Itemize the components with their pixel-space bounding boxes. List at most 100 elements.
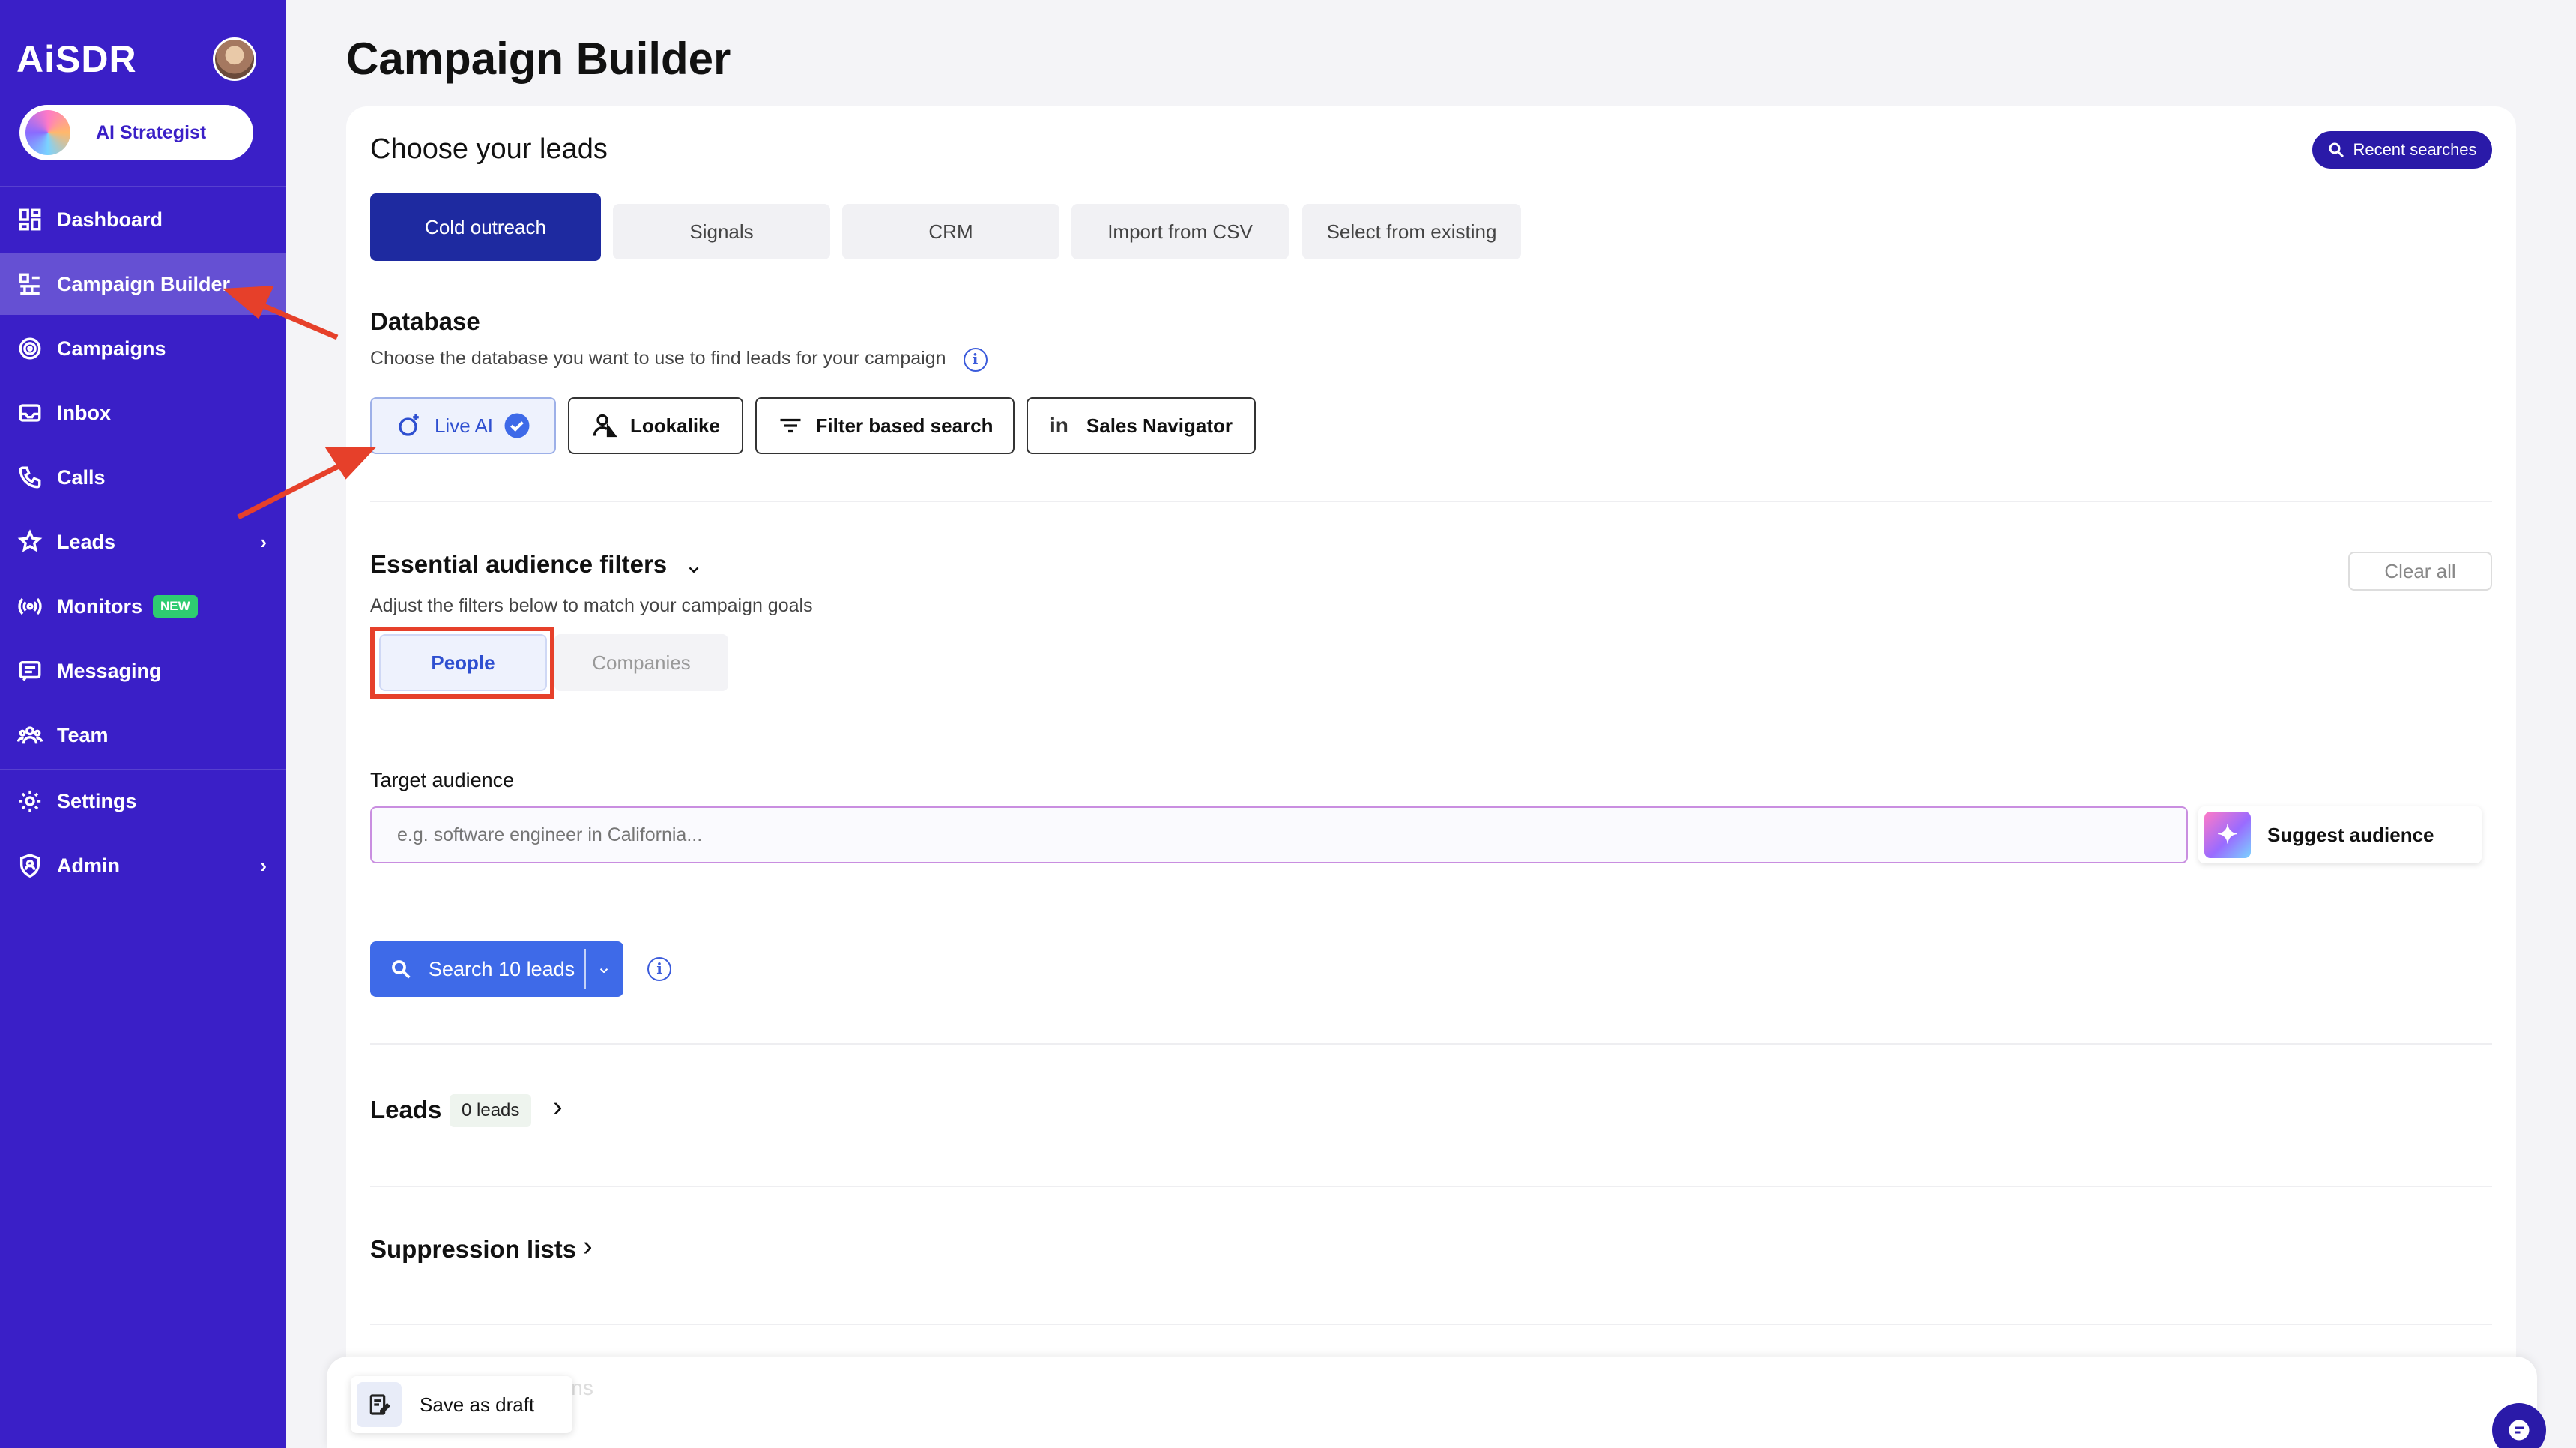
section-divider bbox=[370, 1324, 2492, 1325]
recent-searches-button[interactable]: Recent searches bbox=[2312, 131, 2492, 169]
db-option-label: Sales Navigator bbox=[1086, 414, 1233, 437]
suggest-audience-label: Suggest audience bbox=[2267, 823, 2434, 846]
sidebar-item-label: Settings bbox=[57, 789, 137, 812]
save-draft-label: Save as draft bbox=[420, 1393, 535, 1416]
sidebar-item-monitors[interactable]: Monitors NEW bbox=[0, 576, 286, 637]
search-icon bbox=[392, 960, 411, 979]
sidebar-item-calls[interactable]: Calls bbox=[0, 447, 286, 508]
message-icon bbox=[15, 656, 45, 686]
search-icon bbox=[2329, 142, 2344, 158]
check-circle-icon bbox=[504, 413, 530, 438]
tab-cold-outreach[interactable]: Cold outreach bbox=[370, 193, 601, 261]
live-ai-icon bbox=[399, 414, 419, 436]
sidebar-item-label: Messaging bbox=[57, 659, 162, 682]
tab-import-csv[interactable]: Import from CSV bbox=[1071, 204, 1289, 259]
chevron-down-icon: ⌄ bbox=[684, 553, 704, 578]
tab-select-existing[interactable]: Select from existing bbox=[1302, 204, 1521, 259]
db-option-label: Filter based search bbox=[815, 414, 994, 437]
dashboard-icon bbox=[15, 205, 45, 235]
chevron-right-icon[interactable]: › bbox=[583, 1231, 593, 1263]
target-icon bbox=[15, 334, 45, 363]
db-filter-search-button[interactable]: Filter based search bbox=[755, 397, 1015, 454]
sidebar-item-campaign-builder[interactable]: Campaign Builder bbox=[0, 253, 286, 315]
app-logo[interactable]: AiSDR bbox=[16, 37, 137, 81]
sidebar: AiSDR AI Strategist Dashboard Campaign B… bbox=[0, 0, 286, 1448]
draft-icon bbox=[357, 1382, 402, 1427]
chevron-down-icon[interactable]: ⌄ bbox=[596, 956, 611, 978]
filters-heading[interactable]: Essential audience filters ⌄ bbox=[370, 550, 703, 579]
sidebar-item-label: Monitors bbox=[57, 594, 142, 618]
sidebar-item-inbox[interactable]: Inbox bbox=[0, 382, 286, 444]
chevron-right-icon[interactable]: › bbox=[553, 1091, 563, 1123]
lookalike-icon bbox=[593, 414, 617, 438]
leads-heading: Leads bbox=[370, 1096, 442, 1123]
db-option-label: Lookalike bbox=[630, 414, 720, 437]
sidebar-item-leads[interactable]: Leads › bbox=[0, 511, 286, 573]
sidebar-item-label: Leads bbox=[57, 530, 116, 553]
highlight-box bbox=[370, 627, 554, 699]
suppression-heading: Suppression lists bbox=[370, 1235, 577, 1263]
tab-crm[interactable]: CRM bbox=[842, 204, 1059, 259]
bottom-action-bar bbox=[327, 1357, 2537, 1448]
save-draft-button[interactable]: Save as draft bbox=[351, 1376, 572, 1433]
database-heading: Database bbox=[370, 307, 480, 335]
team-icon bbox=[15, 720, 45, 750]
linkedin-icon: in bbox=[1050, 414, 1068, 437]
sidebar-item-label: Dashboard bbox=[57, 208, 163, 231]
builder-card bbox=[346, 106, 2516, 1448]
search-leads-label: Search 10 leads bbox=[429, 957, 575, 980]
gear-icon bbox=[15, 786, 45, 816]
sidebar-item-label: Admin bbox=[57, 854, 120, 877]
chevron-right-icon: › bbox=[260, 854, 267, 877]
sidebar-item-dashboard[interactable]: Dashboard bbox=[0, 189, 286, 250]
section-divider bbox=[370, 1186, 2492, 1187]
ai-strategist-label: AI Strategist bbox=[96, 121, 207, 143]
database-subtitle-text: Choose the database you want to use to f… bbox=[370, 348, 946, 369]
page-title: Campaign Builder bbox=[346, 34, 731, 84]
info-icon[interactable]: i bbox=[963, 348, 988, 372]
shield-user-icon bbox=[15, 851, 45, 881]
section-divider bbox=[370, 1043, 2492, 1045]
chat-icon bbox=[2509, 1420, 2530, 1441]
sidebar-item-admin[interactable]: Admin › bbox=[0, 835, 286, 896]
target-audience-input[interactable] bbox=[370, 806, 2188, 863]
sidebar-item-label: Team bbox=[57, 723, 109, 746]
database-subtitle: Choose the database you want to use to f… bbox=[370, 348, 988, 372]
sidebar-item-label: Calls bbox=[57, 465, 106, 489]
clear-all-button[interactable]: Clear all bbox=[2348, 552, 2492, 591]
sidebar-divider bbox=[0, 186, 286, 187]
info-icon[interactable]: i bbox=[647, 957, 671, 981]
recent-searches-label: Recent searches bbox=[2353, 140, 2477, 159]
user-avatar[interactable] bbox=[213, 37, 256, 81]
db-sales-navigator-button[interactable]: in Sales Navigator bbox=[1027, 397, 1256, 454]
star-person-icon bbox=[15, 527, 45, 557]
filter-icon bbox=[780, 418, 800, 433]
ai-strategist-button[interactable]: AI Strategist bbox=[19, 105, 253, 160]
sidebar-item-campaigns[interactable]: Campaigns bbox=[0, 318, 286, 379]
sidebar-item-label: Campaigns bbox=[57, 337, 166, 360]
target-audience-label: Target audience bbox=[370, 769, 515, 791]
segment-companies[interactable]: Companies bbox=[554, 634, 728, 691]
tab-signals[interactable]: Signals bbox=[613, 204, 830, 259]
choose-leads-heading: Choose your leads bbox=[370, 133, 608, 165]
builder-icon bbox=[15, 269, 45, 299]
sidebar-item-team[interactable]: Team bbox=[0, 705, 286, 766]
leads-count-badge: 0 leads bbox=[450, 1094, 532, 1127]
search-leads-button[interactable]: Search 10 leads ⌄ bbox=[370, 941, 623, 997]
db-lookalike-button[interactable]: Lookalike bbox=[568, 397, 743, 454]
suggest-audience-button[interactable]: ✦ Suggest audience bbox=[2198, 806, 2482, 863]
sidebar-item-label: Campaign Builder bbox=[57, 272, 231, 295]
sidebar-item-settings[interactable]: Settings bbox=[0, 770, 286, 832]
sidebar-item-label: Inbox bbox=[57, 401, 111, 424]
button-split-divider bbox=[584, 949, 586, 989]
ai-orb-icon bbox=[25, 110, 70, 155]
sparkle-icon: ✦ bbox=[2204, 812, 2251, 858]
db-option-label: Live AI bbox=[434, 414, 494, 437]
inbox-icon bbox=[15, 398, 45, 428]
sidebar-item-messaging[interactable]: Messaging bbox=[0, 640, 286, 702]
section-divider bbox=[370, 501, 2492, 502]
filters-heading-text: Essential audience filters bbox=[370, 550, 668, 578]
chat-support-button[interactable] bbox=[2492, 1403, 2546, 1448]
db-live-ai-button[interactable]: Live AI bbox=[370, 397, 556, 454]
phone-icon bbox=[15, 462, 45, 492]
